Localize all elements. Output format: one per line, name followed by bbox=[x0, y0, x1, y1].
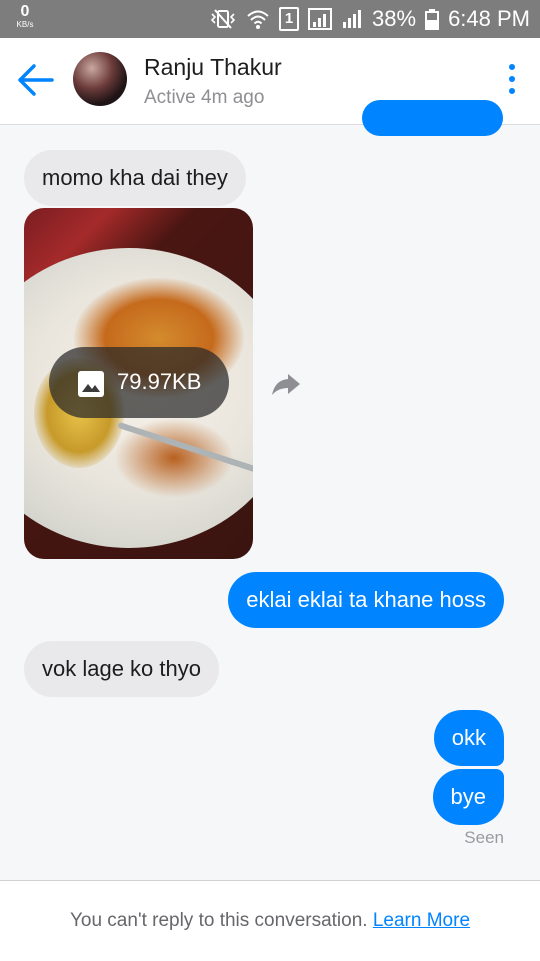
clock: 6:48 PM bbox=[448, 6, 530, 31]
message-text: vok lage ko thyo bbox=[42, 656, 201, 681]
message-text: momo kha dai they bbox=[42, 165, 228, 190]
network-speed-value: 0 bbox=[20, 3, 30, 20]
contact-name[interactable]: Ranju Thakur bbox=[144, 54, 282, 81]
network-speed-unit: KB/s bbox=[16, 20, 34, 29]
message-bubble-incoming[interactable]: vok lage ko thyo bbox=[24, 641, 219, 697]
back-arrow-icon[interactable] bbox=[16, 62, 56, 98]
status-icons: 1 38% 6:48 PM bbox=[209, 0, 530, 38]
seen-indicator: Seen bbox=[464, 828, 504, 847]
more-options-icon[interactable] bbox=[508, 64, 516, 96]
avatar[interactable] bbox=[73, 52, 127, 106]
conversation-closed-notice: You can't reply to this conversation. Le… bbox=[0, 880, 540, 961]
contact-active-status: Active 4m ago bbox=[144, 87, 265, 108]
message-bubble-outgoing[interactable]: eklai eklai ta khane hoss bbox=[228, 572, 504, 628]
photo-size: 79.97KB bbox=[117, 369, 202, 394]
notice-text: You can't reply to this conversation. bbox=[69, 910, 368, 931]
learn-more-link[interactable]: Learn More bbox=[373, 910, 470, 931]
signal-icon-sim2 bbox=[343, 10, 362, 28]
sim-slot-indicator: 1 bbox=[279, 7, 300, 31]
vibrate-mute-icon bbox=[210, 9, 236, 29]
message-text: bye bbox=[450, 784, 486, 809]
wifi-icon bbox=[247, 10, 269, 29]
forward-share-icon[interactable] bbox=[270, 370, 302, 398]
message-text: eklai eklai ta khane hoss bbox=[246, 587, 486, 612]
status-bar: 0 KB/s 1 38% 6:48 PM bbox=[0, 0, 540, 38]
battery-percent: 38% bbox=[372, 6, 417, 31]
photo-download-pill[interactable]: 79.97KB bbox=[49, 347, 229, 418]
message-bubble-outgoing-partial[interactable] bbox=[362, 100, 503, 136]
message-bubble-incoming[interactable]: momo kha dai they bbox=[24, 150, 246, 206]
network-speed: 0 KB/s bbox=[10, 4, 40, 29]
signal-icon-sim1 bbox=[308, 8, 333, 30]
message-bubble-outgoing[interactable]: okk bbox=[433, 710, 504, 766]
battery-icon bbox=[425, 9, 440, 30]
message-bubble-outgoing[interactable]: bye bbox=[432, 769, 504, 825]
message-text: okk bbox=[451, 725, 486, 750]
image-icon bbox=[78, 371, 104, 397]
